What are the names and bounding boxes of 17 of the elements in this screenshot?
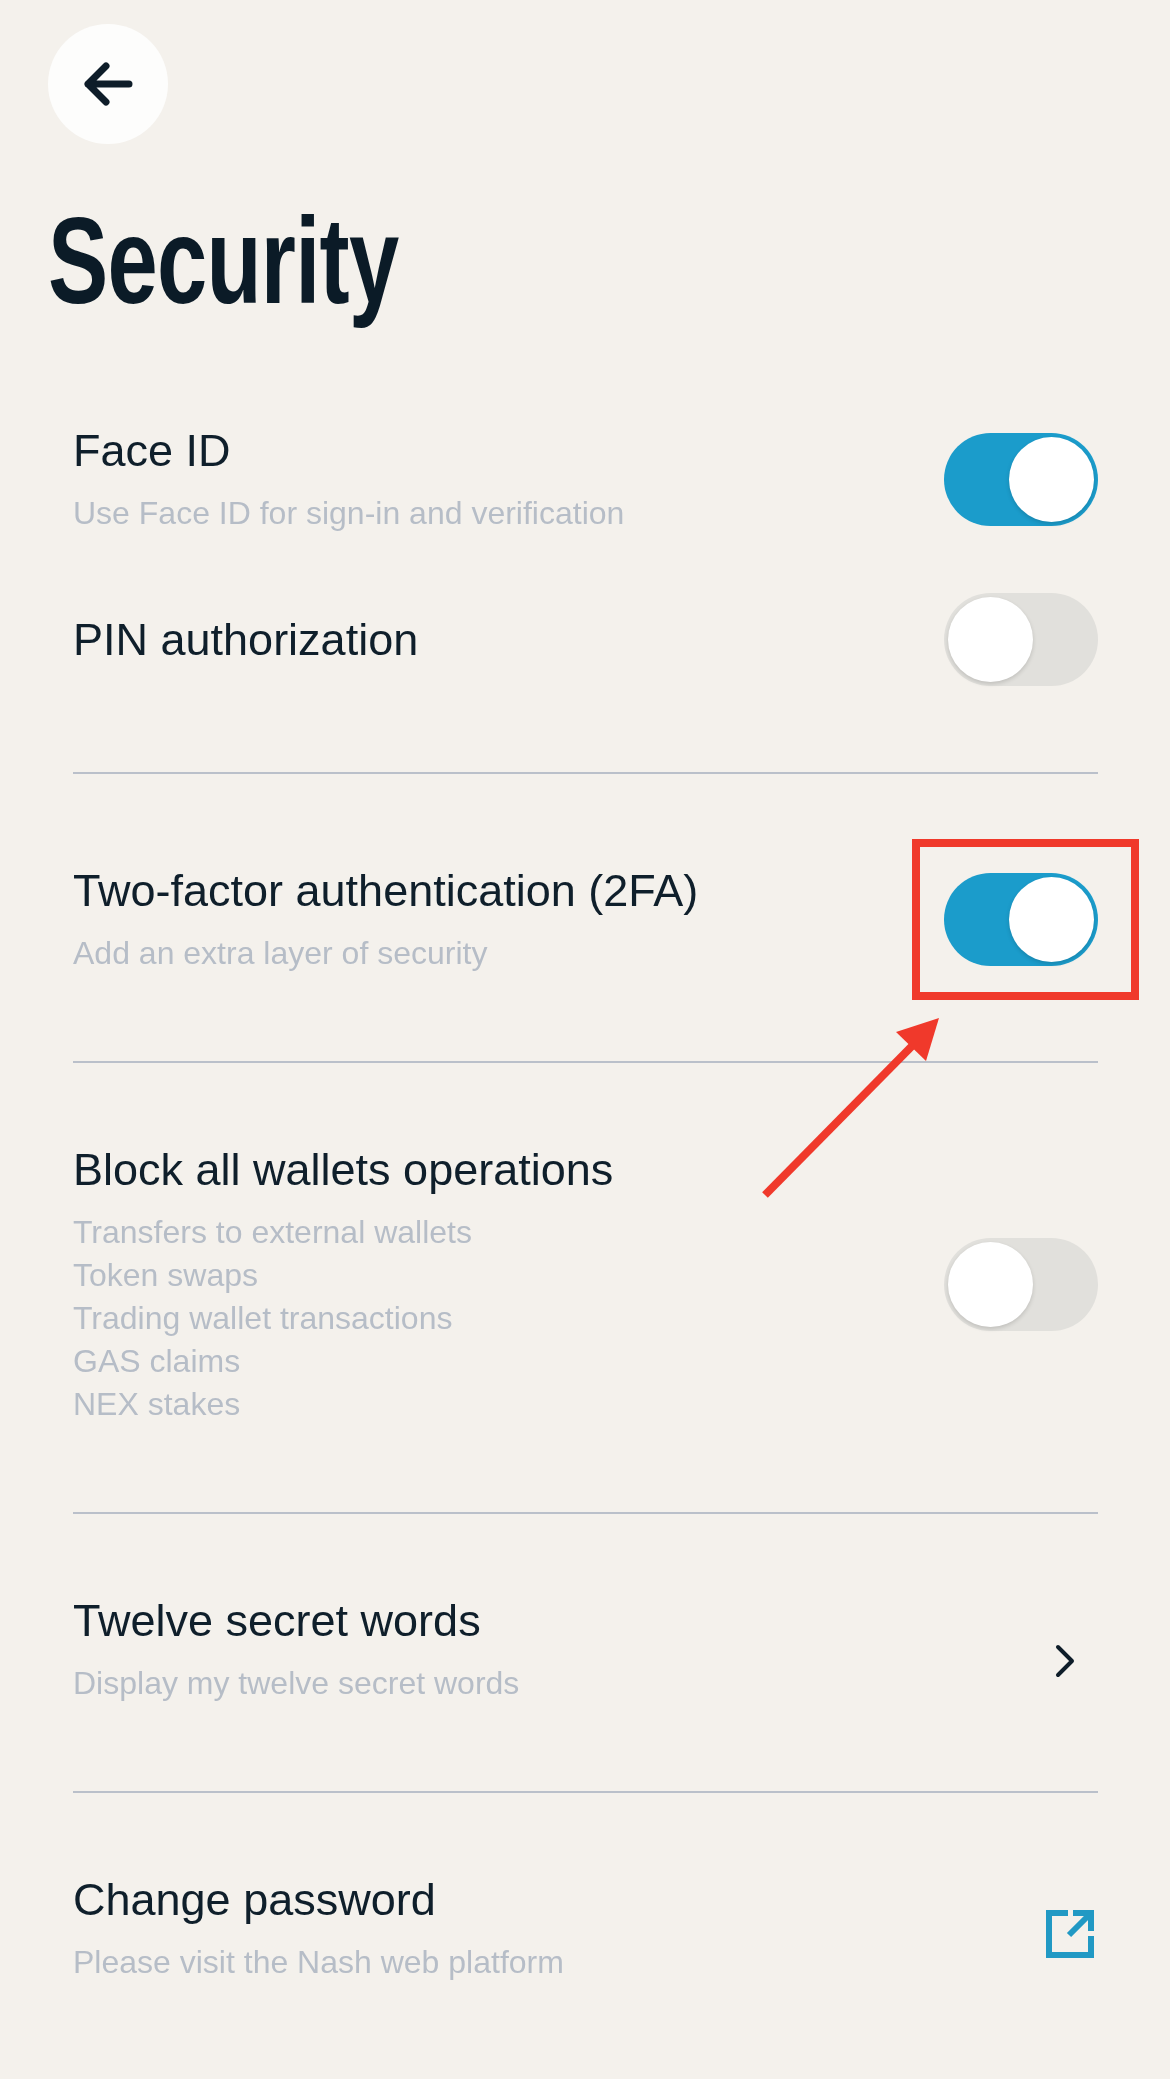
setting-description: Please visit the Nash web platform <box>73 1943 565 1982</box>
setting-title: PIN authorization <box>73 612 420 667</box>
setting-title: Face ID <box>73 424 232 478</box>
detail-line: GAS claims <box>73 1342 242 1381</box>
detail-line: Token swaps <box>73 1256 259 1295</box>
setting-description: Add an extra layer of security <box>73 934 489 973</box>
detail-line: Trading wallet transactions <box>73 1299 454 1338</box>
setting-title: Change password <box>73 1873 437 1927</box>
detail-line: Transfers to external wallets <box>73 1213 473 1252</box>
setting-title: Twelve secret words <box>73 1594 482 1648</box>
setting-title: Block all wallets operations <box>73 1143 615 1197</box>
setting-title: Two-factor authentication (2FA) <box>73 864 700 918</box>
page-title: Security <box>48 192 399 331</box>
detail-line: NEX stakes <box>73 1385 242 1424</box>
setting-description: Display my twelve secret words <box>73 1664 521 1703</box>
chevron-right-icon[interactable] <box>1054 1642 1076 1679</box>
setting-description: Use Face ID for sign-in and verification <box>73 494 626 533</box>
